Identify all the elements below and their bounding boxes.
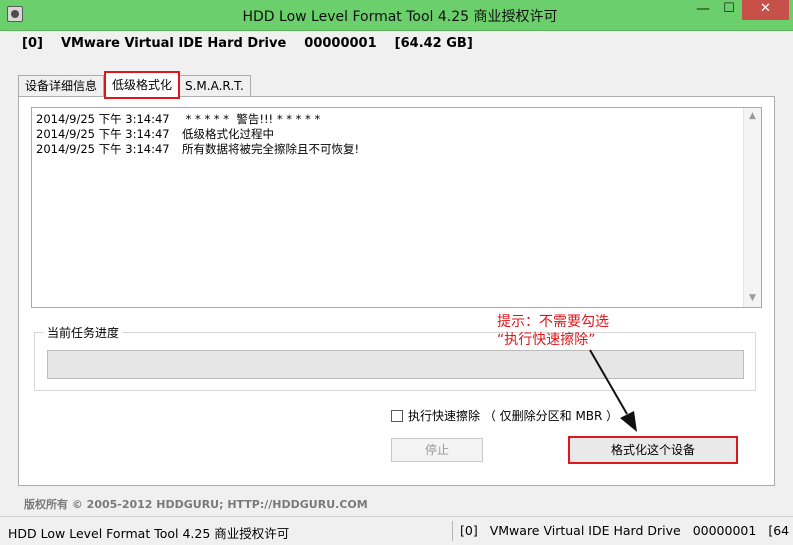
minimize-button[interactable]: — (690, 0, 716, 20)
device-serial: 00000001 (304, 36, 377, 51)
maximize-button[interactable]: ☐ (716, 0, 742, 20)
device-size: [64.42 GB] (394, 36, 473, 51)
status-device-serial: 00000001 (692, 523, 757, 538)
log-time: 2014/9/25 下午 3:14:47 (36, 112, 170, 126)
status-app-info: HDD Low Level Format Tool 4.25 商业授权许可 (8, 526, 290, 541)
device-name: VMware Virtual IDE Hard Drive (60, 36, 287, 51)
log-line: 2014/9/25 下午 3:14:47 低级格式化过程中 (36, 127, 359, 142)
status-bar: HDD Low Level Format Tool 4.25 商业授权许可 [0… (0, 516, 793, 545)
title-bar[interactable]: HDD Low Level Format Tool 4.25 商业授权许可 — … (0, 0, 793, 31)
quick-wipe-checkbox[interactable] (391, 409, 403, 422)
hint-line-1: 提示：不需要勾选 (497, 314, 609, 330)
stop-button[interactable]: 停止 (391, 438, 483, 462)
status-device-name: VMware Virtual IDE Hard Drive (489, 523, 681, 538)
log-list: 2014/9/25 下午 3:14:47 * * * * * 警告!!! * *… (36, 112, 359, 157)
log-scrollbar[interactable]: ▲ ▼ (743, 108, 761, 307)
progress-label: 当前任务进度 (44, 324, 123, 341)
status-device-info: [0] VMware Virtual IDE Hard Drive 00000001… (460, 523, 793, 538)
selected-device-info: [0] VMware Virtual IDE Hard Drive 00000001… (22, 36, 491, 51)
progress-bar (47, 350, 744, 379)
device-index: [0] (22, 36, 43, 51)
quick-wipe-option[interactable]: 执行快速擦除 （ 仅删除分区和 MBR ） (391, 407, 618, 424)
quick-wipe-label[interactable]: 执行快速擦除 （ 仅删除分区和 MBR ） (408, 407, 618, 424)
log-message: * * * * * 警告!!! * * * * * (182, 112, 321, 126)
log-box[interactable]: 2014/9/25 下午 3:14:47 * * * * * 警告!!! * *… (31, 107, 762, 308)
window-title: HDD Low Level Format Tool 4.25 商业授权许可 (242, 9, 558, 25)
tab-smart[interactable]: S.M.A.R.T. (178, 75, 251, 96)
log-line: 2014/9/25 下午 3:14:47 所有数据将被完全擦除且不可恢复! (36, 142, 359, 157)
log-message: 所有数据将被完全擦除且不可恢复! (182, 142, 360, 156)
log-time: 2014/9/25 下午 3:14:47 (36, 127, 170, 141)
log-line: 2014/9/25 下午 3:14:47 * * * * * 警告!!! * *… (36, 112, 359, 127)
status-device-index: [0] (460, 523, 478, 538)
hint-line-2: “执行快速擦除” (497, 332, 596, 348)
status-device-size: [64 (768, 523, 790, 538)
log-message: 低级格式化过程中 (182, 127, 274, 141)
close-button[interactable]: ✕ (742, 0, 789, 20)
hard-drive-icon[interactable] (7, 6, 23, 22)
app-window: HDD Low Level Format Tool 4.25 商业授权许可 — … (0, 0, 793, 545)
copyright-text: 版权所有 © 2005-2012 HDDGURU; HTTP://HDDGURU… (24, 498, 368, 511)
tab-device-details[interactable]: 设备详细信息 (18, 75, 105, 96)
status-divider (452, 521, 453, 541)
log-time: 2014/9/25 下午 3:14:47 (36, 142, 170, 156)
scroll-down-arrow-icon[interactable]: ▼ (744, 290, 761, 307)
hint-annotation: 提示：不需要勾选 “执行快速擦除” (497, 313, 609, 349)
tab-low-level-format[interactable]: 低级格式化 (104, 71, 181, 99)
scroll-up-arrow-icon[interactable]: ▲ (744, 108, 761, 125)
format-device-button[interactable]: 格式化这个设备 (568, 436, 738, 464)
